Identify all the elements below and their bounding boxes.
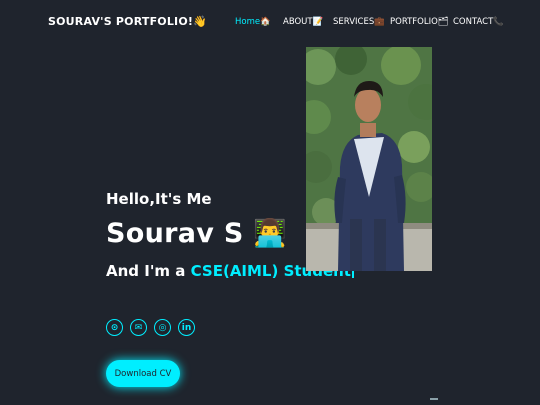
email-icon[interactable]: ✉ xyxy=(130,319,147,336)
download-cv-button[interactable]: Download CV xyxy=(106,360,180,387)
profile-photo-illustration xyxy=(306,47,432,271)
profile-photo xyxy=(306,47,432,271)
hero-greeting: Hello,It's Me xyxy=(106,190,212,208)
navbar: SOURAV'S PORTFOLIO!👋 Home🏠 ABOUT📝 SERVIC… xyxy=(0,0,540,44)
hero-role-prefix: And I'm a xyxy=(106,262,191,280)
scroll-indicator xyxy=(430,398,438,400)
nav-link-services[interactable]: SERVICES💼 xyxy=(333,17,385,27)
hero-name: Sourav S 👨‍💻 xyxy=(106,218,288,249)
nav-link-about[interactable]: ABOUT📝 xyxy=(283,17,323,27)
instagram-icon[interactable]: ◎ xyxy=(154,319,171,336)
nav-link-portfolio[interactable]: PORTFOLIO🗂 xyxy=(390,17,449,27)
nav-link-contact[interactable]: CONTACT📞 xyxy=(453,17,504,27)
site-logo[interactable]: SOURAV'S PORTFOLIO!👋 xyxy=(48,15,207,28)
nav-link-home[interactable]: Home🏠 xyxy=(235,17,271,27)
github-icon[interactable]: ⊙ xyxy=(106,319,123,336)
linkedin-icon[interactable]: in xyxy=(178,319,195,336)
